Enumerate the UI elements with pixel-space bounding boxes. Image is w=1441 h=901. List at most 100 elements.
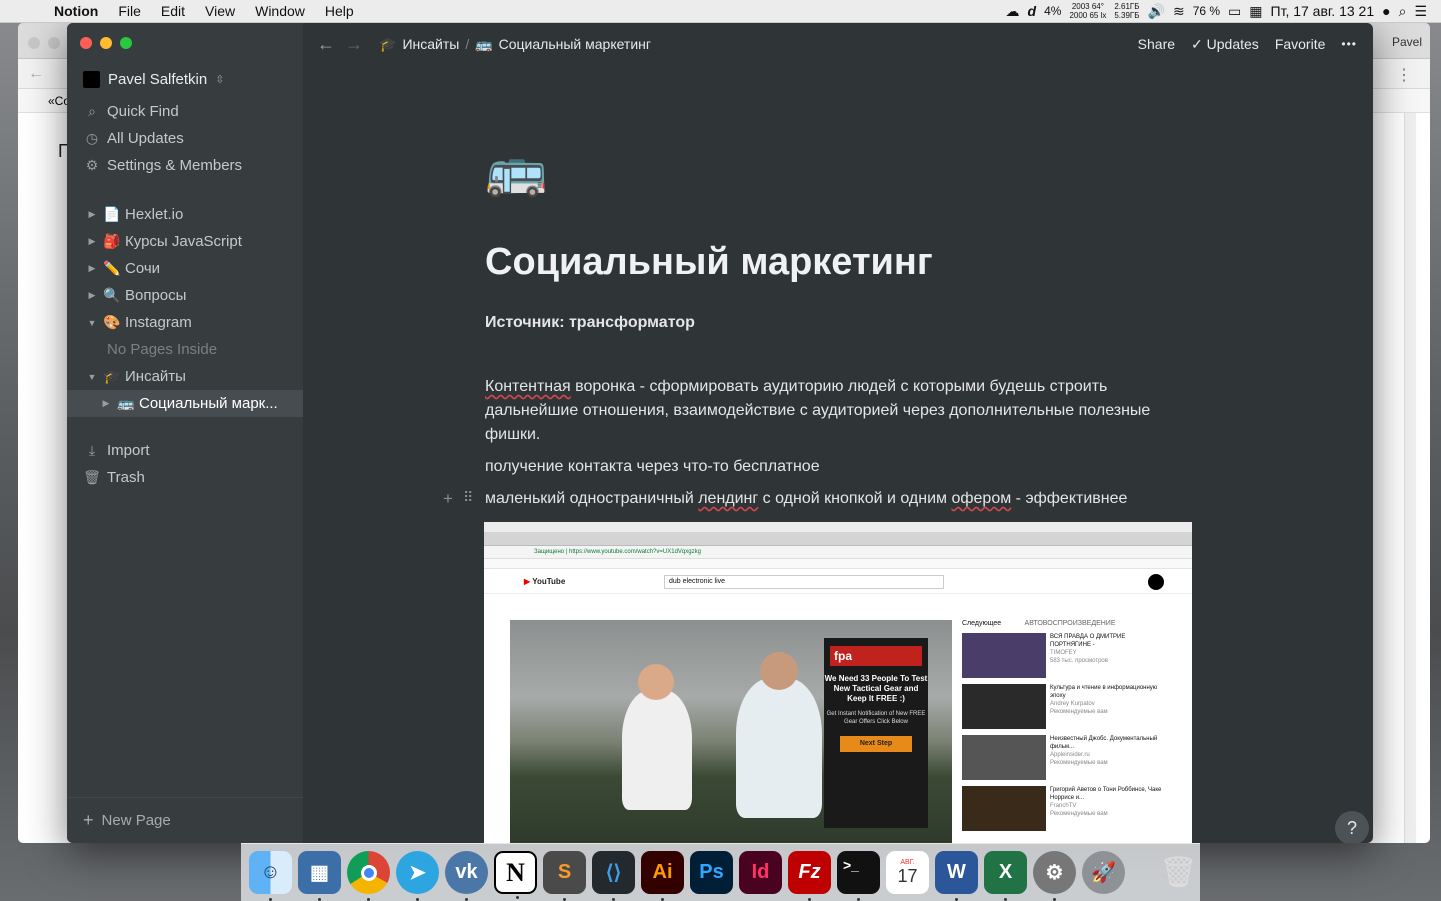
dock-notion-icon[interactable]: N [494, 851, 537, 899]
chrome-back-icon[interactable]: ← [28, 65, 44, 83]
menu-view[interactable]: View [195, 3, 245, 19]
volume-icon[interactable]: 🔊 [1148, 3, 1165, 20]
dock-chrome-icon[interactable] [347, 851, 390, 901]
sidebar-page-hexlet[interactable]: ▶ 📄 Hexlet.io [67, 201, 303, 228]
dock-excel-icon[interactable]: X [984, 851, 1027, 901]
page-title[interactable]: Социальный маркетинг [485, 241, 933, 284]
chrome-close-icon[interactable] [28, 37, 40, 49]
triangle-down-icon[interactable]: ▼ [85, 372, 99, 382]
breadcrumb-current-emoji-icon: 🚌 [475, 35, 493, 52]
dock-photoshop-icon[interactable]: Ps [690, 851, 733, 894]
sidebar-item-label: Социальный марк... [139, 395, 278, 412]
zoom-window-icon[interactable] [120, 37, 132, 49]
chrome-scrollbar[interactable] [1404, 113, 1416, 843]
sidebar-page-instagram[interactable]: ▼ 🎨 Instagram [67, 309, 303, 336]
menu-window[interactable]: Window [245, 3, 315, 19]
memory-readout[interactable]: 2.61ГБ 5.39ГБ [1114, 2, 1139, 20]
cloud-sync-icon[interactable]: ☁ [1006, 3, 1020, 20]
sensor-readout[interactable]: 2003 64° 2000 65 lx [1069, 2, 1106, 20]
drag-handle-icon[interactable]: ⠿ [463, 489, 473, 509]
add-block-icon[interactable]: + [443, 489, 453, 509]
sensor-top: 2003 64° [1071, 2, 1104, 11]
dictionary-icon[interactable]: d [1028, 3, 1037, 19]
misspelled-word: Контентная [485, 378, 571, 395]
spotlight-icon[interactable]: ⌕ [1399, 3, 1407, 20]
triangle-right-icon[interactable]: ▶ [85, 290, 99, 301]
dock-rocket-icon[interactable]: 🚀 [1082, 851, 1125, 894]
battery-icon[interactable]: ▭ [1228, 3, 1241, 20]
notification-center-icon[interactable]: ☰ [1414, 3, 1427, 20]
dock-illustrator-icon[interactable]: Ai [641, 851, 684, 901]
dock-terminal-icon[interactable]: >_ [837, 851, 880, 901]
page-emoji-icon: 🔍 [103, 287, 121, 303]
favorite-button[interactable]: Favorite [1275, 36, 1326, 52]
dock-vscode-icon[interactable]: ⟨⟩ [592, 851, 635, 901]
share-button[interactable]: Share [1138, 36, 1175, 52]
close-window-icon[interactable] [80, 37, 92, 49]
embedded-secure-label: Защищено [534, 549, 565, 555]
dock-indesign-icon[interactable]: Id [739, 851, 782, 894]
triangle-right-icon[interactable]: ▶ [85, 263, 99, 274]
menu-file[interactable]: File [108, 3, 151, 19]
sidebar-quick-find[interactable]: ⌕ Quick Find [67, 98, 303, 125]
sidebar-settings-members[interactable]: ⚙ Settings & Members [67, 152, 303, 179]
workspace-switcher[interactable]: Pavel Salfetkin ⇳ [83, 71, 224, 88]
dock-filezilla-icon[interactable]: Fz [788, 851, 831, 901]
chrome-profile-button[interactable]: Pavel [1392, 35, 1422, 49]
chrome-menu-icon[interactable]: ⋮ [1396, 65, 1412, 85]
sidebar-page-social-marketing[interactable]: ▶ 🚌 Социальный марк... [67, 390, 303, 417]
paragraph-content-funnel[interactable]: Контентная воронка - сформировать аудито… [485, 375, 1185, 447]
battery-percent[interactable]: 76 % [1193, 4, 1220, 18]
import-icon: ⤓ [88, 442, 96, 458]
autoplay-label: АВТОВОСПРОИЗВЕДЕНИЕ [1024, 620, 1116, 627]
updates-button[interactable]: ✓ Updates [1191, 36, 1259, 53]
new-page-label: New Page [101, 812, 171, 829]
breadcrumb-parent[interactable]: Инсайты [402, 36, 459, 52]
forward-arrow-icon[interactable]: → [345, 34, 363, 55]
dock-calendar-icon[interactable]: АВГ. 17 [886, 851, 929, 894]
more-options-icon[interactable]: ••• [1341, 37, 1357, 51]
user-icon[interactable]: ● [1382, 3, 1390, 19]
new-page-button[interactable]: + New Page [67, 797, 303, 843]
dock-system-preferences-icon[interactable]: ⚙ [1033, 851, 1076, 901]
triangle-right-icon[interactable]: ▶ [99, 398, 113, 409]
cpu-usage[interactable]: 4% [1044, 4, 1061, 18]
embedded-screenshot-image[interactable]: Защищено | https://www.youtube.com/watch… [484, 522, 1192, 843]
triangle-down-icon[interactable]: ▼ [85, 318, 99, 328]
sidebar-page-js-courses[interactable]: ▶ 🎒 Курсы JavaScript [67, 228, 303, 255]
dock-trash-icon[interactable]: 🗑 [1157, 851, 1200, 894]
dock-finder-icon[interactable]: ☺ [249, 851, 292, 901]
sidebar-page-questions[interactable]: ▶ 🔍 Вопросы [67, 282, 303, 309]
sidebar-trash[interactable]: 🗑 Trash [67, 464, 303, 491]
paragraph-landing[interactable]: маленький одностраничный лендинг с одной… [485, 487, 1185, 511]
dock-word-icon[interactable]: W [935, 851, 978, 901]
sidebar-page-sochi[interactable]: ▶ ✏️ Сочи [67, 255, 303, 282]
sidebar-all-updates[interactable]: ◷ All Updates [67, 125, 303, 152]
search-icon: ⌕ [88, 103, 96, 119]
wifi-icon[interactable]: ≋ [1173, 3, 1185, 20]
sidebar-page-insights[interactable]: ▼ 🎓 Инсайты [67, 363, 303, 390]
dock-vk-icon[interactable]: vk [445, 851, 488, 901]
clock[interactable]: Пт, 17 авг. 13 21 [1271, 3, 1375, 19]
youtube-logo: ▶ YouTube [524, 577, 566, 586]
page-icon-bus[interactable]: 🚌 [485, 141, 547, 200]
menu-app-name[interactable]: Notion [40, 3, 108, 19]
triangle-right-icon[interactable]: ▶ [85, 209, 99, 220]
triangle-right-icon[interactable]: ▶ [85, 236, 99, 247]
dock-launchpad-icon[interactable]: ▦ [298, 851, 341, 901]
paragraph-free-contact[interactable]: получение контакта через что-то бесплатн… [485, 455, 1185, 479]
back-arrow-icon[interactable]: ← [317, 34, 335, 55]
dock-sublime-icon[interactable]: S [543, 851, 586, 901]
minimize-window-icon[interactable] [100, 37, 112, 49]
source-line[interactable]: Источник: трансформатор [485, 311, 1185, 335]
sidebar-import[interactable]: ⤓ Import [67, 437, 303, 464]
chrome-minimize-icon[interactable] [48, 37, 60, 49]
menu-edit[interactable]: Edit [151, 3, 195, 19]
up-next-video: Неизвестный Джобс. Документальный фильм.… [962, 735, 1162, 780]
breadcrumb-current[interactable]: Социальный маркетинг [499, 36, 651, 52]
menu-help[interactable]: Help [315, 3, 364, 19]
input-flag-icon[interactable]: ▦ [1249, 3, 1262, 20]
dock-telegram-icon[interactable]: ➤ [396, 851, 439, 901]
mem-top: 2.61ГБ [1114, 2, 1140, 11]
help-button[interactable]: ? [1335, 811, 1369, 843]
